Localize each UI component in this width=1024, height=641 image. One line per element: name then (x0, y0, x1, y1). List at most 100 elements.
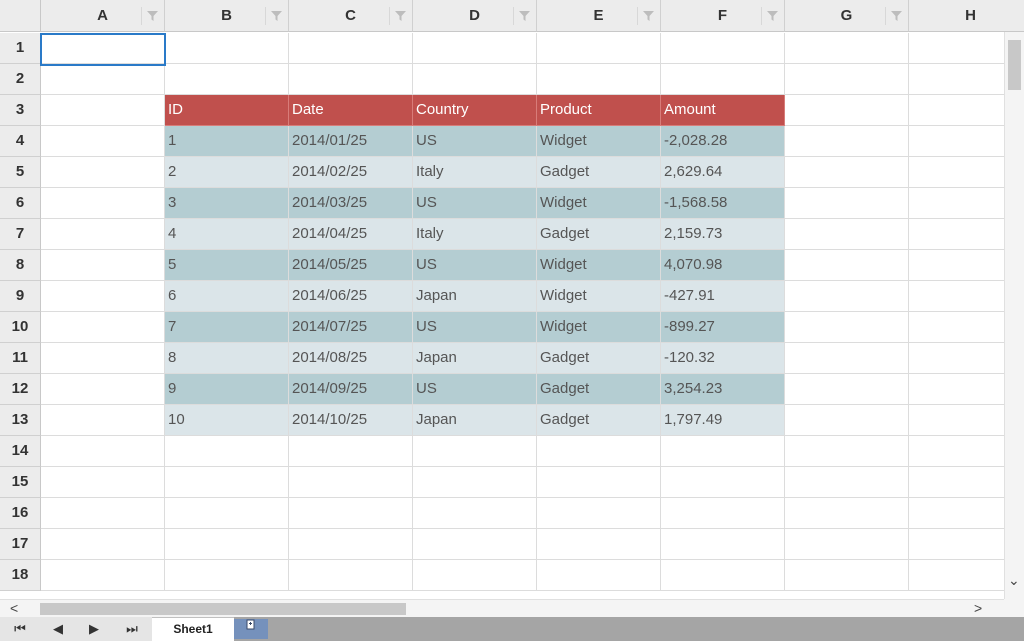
cell-e18[interactable] (537, 560, 661, 591)
filter-icon[interactable] (761, 7, 782, 25)
vertical-scroll-thumb[interactable] (1008, 40, 1021, 90)
horizontal-scrollbar[interactable]: < > (0, 599, 1004, 617)
row-header-4[interactable]: 4 (0, 126, 41, 157)
scroll-right-arrow[interactable]: > (974, 600, 982, 616)
table-data-cell[interactable]: -899.27 (661, 312, 785, 343)
cell-b2[interactable] (165, 64, 289, 95)
table-data-cell[interactable]: 10 (165, 405, 289, 436)
table-data-cell[interactable]: Japan (413, 343, 537, 374)
cell-g16[interactable] (785, 498, 909, 529)
cell-b14[interactable] (165, 436, 289, 467)
cell-g8[interactable] (785, 250, 909, 281)
cell-e14[interactable] (537, 436, 661, 467)
select-all-corner[interactable] (0, 0, 41, 32)
cell-d15[interactable] (413, 467, 537, 498)
cell-a10[interactable] (41, 312, 165, 343)
cell-a5[interactable] (41, 157, 165, 188)
filter-icon[interactable] (637, 7, 658, 25)
cell-a8[interactable] (41, 250, 165, 281)
horizontal-scroll-thumb[interactable] (40, 603, 406, 615)
cell-g9[interactable] (785, 281, 909, 312)
vertical-scrollbar[interactable]: ⌄ (1004, 32, 1024, 599)
cell-g12[interactable] (785, 374, 909, 405)
table-data-cell[interactable]: 4 (165, 219, 289, 250)
row-header-17[interactable]: 17 (0, 529, 41, 560)
first-sheet-icon[interactable]: ⏮ (2, 617, 38, 641)
table-data-cell[interactable]: Italy (413, 219, 537, 250)
table-data-cell[interactable]: Gadget (537, 405, 661, 436)
table-data-cell[interactable]: Italy (413, 157, 537, 188)
cell-a14[interactable] (41, 436, 165, 467)
cell-a3[interactable] (41, 95, 165, 126)
cell-a15[interactable] (41, 467, 165, 498)
scroll-left-arrow[interactable]: < (10, 600, 18, 616)
cell-d16[interactable] (413, 498, 537, 529)
cell-g4[interactable] (785, 126, 909, 157)
column-header-c[interactable]: C (289, 0, 413, 32)
cell-b18[interactable] (165, 560, 289, 591)
column-header-a[interactable]: A (41, 0, 165, 32)
cell-f14[interactable] (661, 436, 785, 467)
cell-a7[interactable] (41, 219, 165, 250)
table-header-cell[interactable]: ID (165, 95, 289, 126)
table-data-cell[interactable]: 7 (165, 312, 289, 343)
table-data-cell[interactable]: 2014/04/25 (289, 219, 413, 250)
table-data-cell[interactable]: 2014/03/25 (289, 188, 413, 219)
cell-d2[interactable] (413, 64, 537, 95)
table-data-cell[interactable]: Japan (413, 405, 537, 436)
row-header-8[interactable]: 8 (0, 250, 41, 281)
row-header-6[interactable]: 6 (0, 188, 41, 219)
cell-d1[interactable] (413, 33, 537, 64)
cell-a11[interactable] (41, 343, 165, 374)
sheet-tab-sheet1[interactable]: Sheet1 (152, 617, 234, 641)
table-data-cell[interactable]: US (413, 374, 537, 405)
cell-b15[interactable] (165, 467, 289, 498)
table-header-cell[interactable]: Product (537, 95, 661, 126)
table-data-cell[interactable]: Japan (413, 281, 537, 312)
table-data-cell[interactable]: 1 (165, 126, 289, 157)
cell-e15[interactable] (537, 467, 661, 498)
cell-a13[interactable] (41, 405, 165, 436)
row-header-16[interactable]: 16 (0, 498, 41, 529)
cell-f15[interactable] (661, 467, 785, 498)
cell-g14[interactable] (785, 436, 909, 467)
cell-e17[interactable] (537, 529, 661, 560)
table-data-cell[interactable]: Gadget (537, 219, 661, 250)
row-header-18[interactable]: 18 (0, 560, 41, 591)
table-data-cell[interactable]: 2014/09/25 (289, 374, 413, 405)
row-header-2[interactable]: 2 (0, 64, 41, 95)
prev-sheet-icon[interactable]: ◀ (40, 617, 76, 641)
cell-a9[interactable] (41, 281, 165, 312)
cell-b16[interactable] (165, 498, 289, 529)
cell-d17[interactable] (413, 529, 537, 560)
cell-g7[interactable] (785, 219, 909, 250)
filter-icon[interactable] (885, 7, 906, 25)
spreadsheet-grid[interactable]: A B C D E F G H 1 2 3 ID Date Country Product Amount 4 1 2… (0, 0, 1024, 641)
table-header-cell[interactable]: Date (289, 95, 413, 126)
row-header-15[interactable]: 15 (0, 467, 41, 498)
table-header-cell[interactable]: Country (413, 95, 537, 126)
cell-g1[interactable] (785, 33, 909, 64)
cell-g11[interactable] (785, 343, 909, 374)
table-data-cell[interactable]: Widget (537, 188, 661, 219)
table-data-cell[interactable]: 9 (165, 374, 289, 405)
cell-c1[interactable] (289, 33, 413, 64)
cell-a6[interactable] (41, 188, 165, 219)
table-data-cell[interactable]: 2014/02/25 (289, 157, 413, 188)
table-data-cell[interactable]: -120.32 (661, 343, 785, 374)
cell-f16[interactable] (661, 498, 785, 529)
filter-icon[interactable] (389, 7, 410, 25)
cell-c16[interactable] (289, 498, 413, 529)
cell-a17[interactable] (41, 529, 165, 560)
column-header-h[interactable]: H (909, 0, 1024, 32)
table-data-cell[interactable]: 8 (165, 343, 289, 374)
cell-d18[interactable] (413, 560, 537, 591)
table-data-cell[interactable]: -2,028.28 (661, 126, 785, 157)
table-data-cell[interactable]: 2,159.73 (661, 219, 785, 250)
table-data-cell[interactable]: 2014/05/25 (289, 250, 413, 281)
table-data-cell[interactable]: -1,568.58 (661, 188, 785, 219)
cell-e16[interactable] (537, 498, 661, 529)
table-header-cell[interactable]: Amount (661, 95, 785, 126)
row-header-13[interactable]: 13 (0, 405, 41, 436)
table-data-cell[interactable]: 5 (165, 250, 289, 281)
